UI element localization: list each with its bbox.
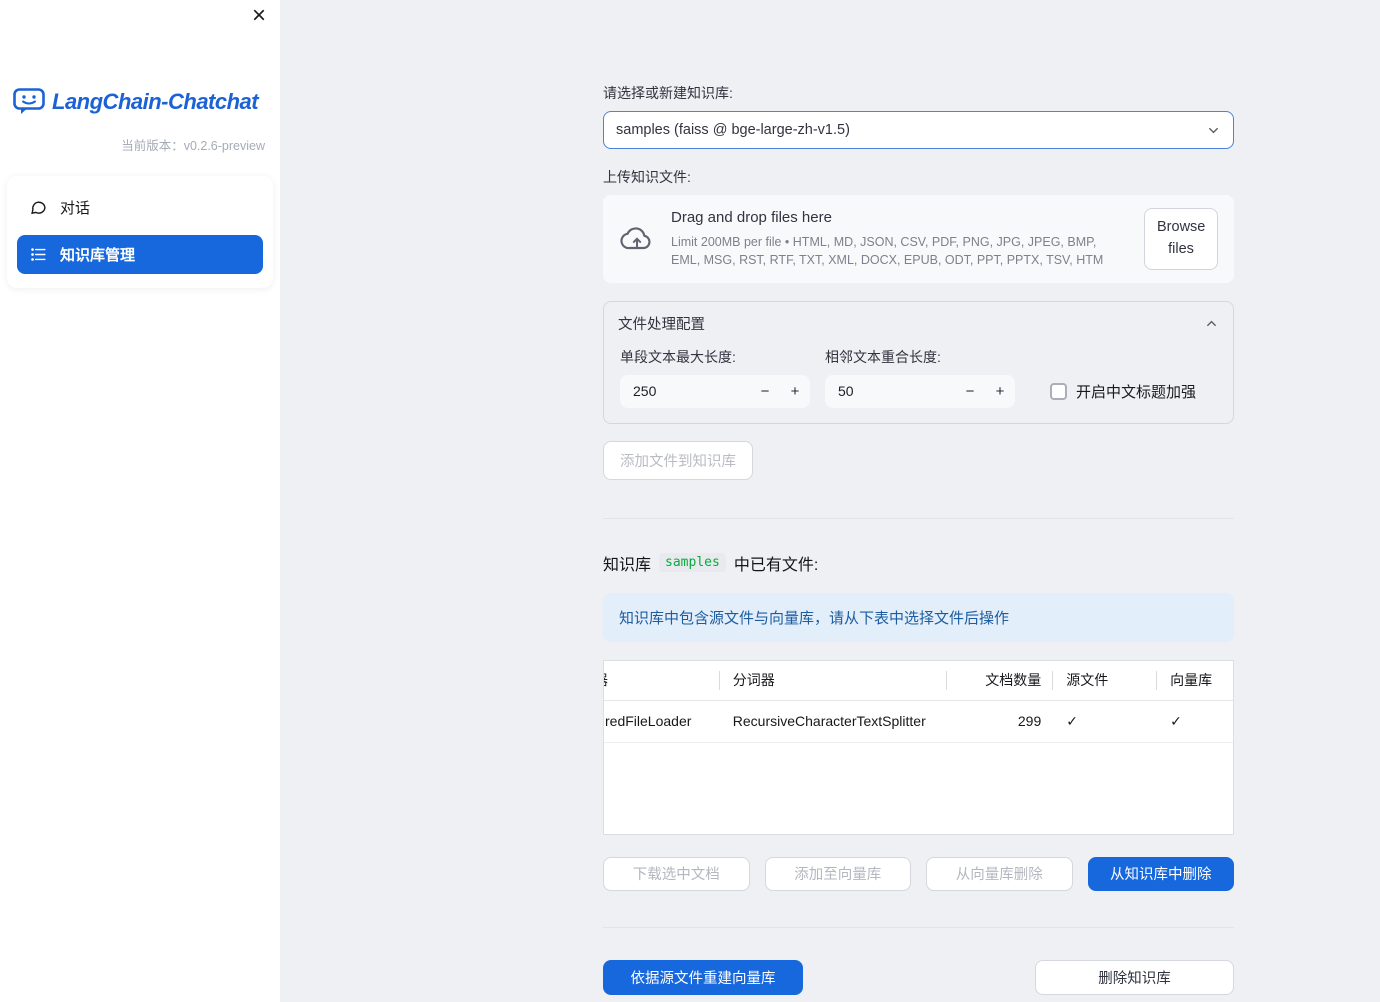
logo-chat-icon xyxy=(13,88,45,115)
delete-from-vector-store-button[interactable]: 从向量库删除 xyxy=(926,856,1073,891)
table-header-row: 器 分词器 文档数量 源文件 向量库 xyxy=(604,661,1233,701)
title-enhance-row: 开启中文标题加强 xyxy=(1050,375,1196,408)
cell-vector-check: ✓ xyxy=(1170,712,1182,729)
browse-files-button[interactable]: Browse files xyxy=(1144,208,1218,270)
rebuild-vector-store-button[interactable]: 依据源文件重建向量库 xyxy=(603,959,803,995)
app-title: LangChain-Chatchat xyxy=(52,88,259,114)
existing-suffix: 中已有文件: xyxy=(733,556,819,574)
kb-select-label: 请选择或新建知识库: xyxy=(603,85,733,101)
cell-loader: redFileLoader xyxy=(605,713,692,729)
files-table: 器 分词器 文档数量 源文件 向量库 redFileLoader Recursi… xyxy=(603,659,1234,835)
existing-prefix: 知识库 xyxy=(603,556,652,574)
expander-title: 文件处理配置 xyxy=(618,316,705,333)
file-action-buttons: 下载选中文档 添加至向量库 从向量库删除 从知识库中删除 xyxy=(603,856,1234,891)
delete-from-kb-button[interactable]: 从知识库中删除 xyxy=(1087,856,1234,891)
table-header-source-file: 源文件 xyxy=(1052,661,1156,700)
speech-bubble-icon xyxy=(30,199,47,216)
cell-source-check: ✓ xyxy=(1066,712,1078,729)
dropzone-limit-text: Limit 200MB per file • HTML, MD, JSON, C… xyxy=(671,234,1104,267)
sidebar-item-dialogue[interactable]: 对话 xyxy=(17,188,263,227)
minus-button[interactable]: − xyxy=(750,375,780,408)
cell-splitter: RecursiveCharacterTextSplitter xyxy=(732,713,926,729)
app-logo: LangChain-Chatchat xyxy=(0,0,280,115)
max-length-input[interactable]: 250 xyxy=(620,383,750,399)
add-to-vector-store-button[interactable]: 添加至向量库 xyxy=(764,856,911,891)
chevron-up-icon xyxy=(1204,316,1219,331)
overlap-input[interactable]: 50 xyxy=(825,383,955,399)
kb-select-value: samples (faiss @ bge-large-zh-v1.5) xyxy=(616,122,850,138)
version-label: 当前版本：v0.2.6-preview xyxy=(121,139,265,153)
divider xyxy=(603,926,1234,928)
kb-action-buttons: 依据源文件重建向量库 删除知识库 xyxy=(603,959,1234,995)
info-alert: 知识库中包含源文件与向量库，请从下表中选择文件后操作 xyxy=(603,592,1234,642)
sidebar: × LangChain-Chatchat 当前版本：v0.2.6-preview… xyxy=(0,0,280,1002)
overlap-stepper: 50 − + xyxy=(825,374,1015,408)
dropzone-texts: Drag and drop files here Limit 200MB per… xyxy=(671,209,1128,269)
cell-doc-count: 299 xyxy=(1017,713,1042,729)
file-config-expander: 文件处理配置 单段文本最大长度: 250 − + 相邻文本重合长度: 50 − … xyxy=(603,300,1234,424)
file-dropzone[interactable]: Drag and drop files here Limit 200MB per… xyxy=(603,195,1234,283)
delete-kb-button[interactable]: 删除知识库 xyxy=(1035,959,1234,995)
table-header-loader: 器 xyxy=(604,661,719,700)
table-row[interactable]: redFileLoader RecursiveCharacterTextSpli… xyxy=(604,701,1233,743)
table-header-splitter: 分词器 xyxy=(718,661,947,700)
add-files-button[interactable]: 添加文件到知识库 xyxy=(603,440,753,480)
max-length-label: 单段文本最大长度: xyxy=(620,348,736,365)
title-enhance-label[interactable]: 开启中文标题加强 xyxy=(1076,381,1196,402)
overlap-group: 相邻文本重合长度: 50 − + xyxy=(825,347,1015,408)
expander-body: 单段文本最大长度: 250 − + 相邻文本重合长度: 50 − + 开启中文标… xyxy=(604,345,1233,423)
max-length-stepper: 250 − + xyxy=(620,374,810,408)
chevron-down-icon xyxy=(1206,123,1221,138)
minus-button[interactable]: − xyxy=(955,375,985,408)
overlap-label: 相邻文本重合长度: xyxy=(825,348,941,365)
existing-files-heading: 知识库 samples 中已有文件: xyxy=(603,551,1234,575)
cloud-upload-icon xyxy=(619,224,655,254)
table-header-vector-store: 向量库 xyxy=(1156,661,1233,700)
table-header-doc-count: 文档数量 xyxy=(946,661,1052,700)
close-icon[interactable]: × xyxy=(252,4,266,28)
list-icon xyxy=(30,246,47,263)
sidebar-item-label: 知识库管理 xyxy=(60,247,136,264)
expander-header[interactable]: 文件处理配置 xyxy=(604,302,1233,345)
plus-button[interactable]: + xyxy=(780,375,810,408)
main-content: 请选择或新建知识库: samples (faiss @ bge-large-zh… xyxy=(603,0,1234,995)
kb-select[interactable]: samples (faiss @ bge-large-zh-v1.5) xyxy=(603,111,1234,149)
dropzone-title: Drag and drop files here xyxy=(671,208,832,226)
kb-name-code: samples xyxy=(659,553,726,572)
title-enhance-checkbox[interactable] xyxy=(1050,382,1067,400)
divider xyxy=(603,517,1234,519)
uploader-label: 上传知识文件: xyxy=(603,169,691,185)
sidebar-item-label: 对话 xyxy=(60,200,91,217)
sidebar-item-knowledge-base[interactable]: 知识库管理 xyxy=(17,235,263,274)
download-selected-button[interactable]: 下载选中文档 xyxy=(603,856,750,891)
plus-button[interactable]: + xyxy=(985,375,1015,408)
sidebar-menu: 对话 知识库管理 xyxy=(7,176,273,288)
max-length-group: 单段文本最大长度: 250 − + xyxy=(620,347,810,408)
